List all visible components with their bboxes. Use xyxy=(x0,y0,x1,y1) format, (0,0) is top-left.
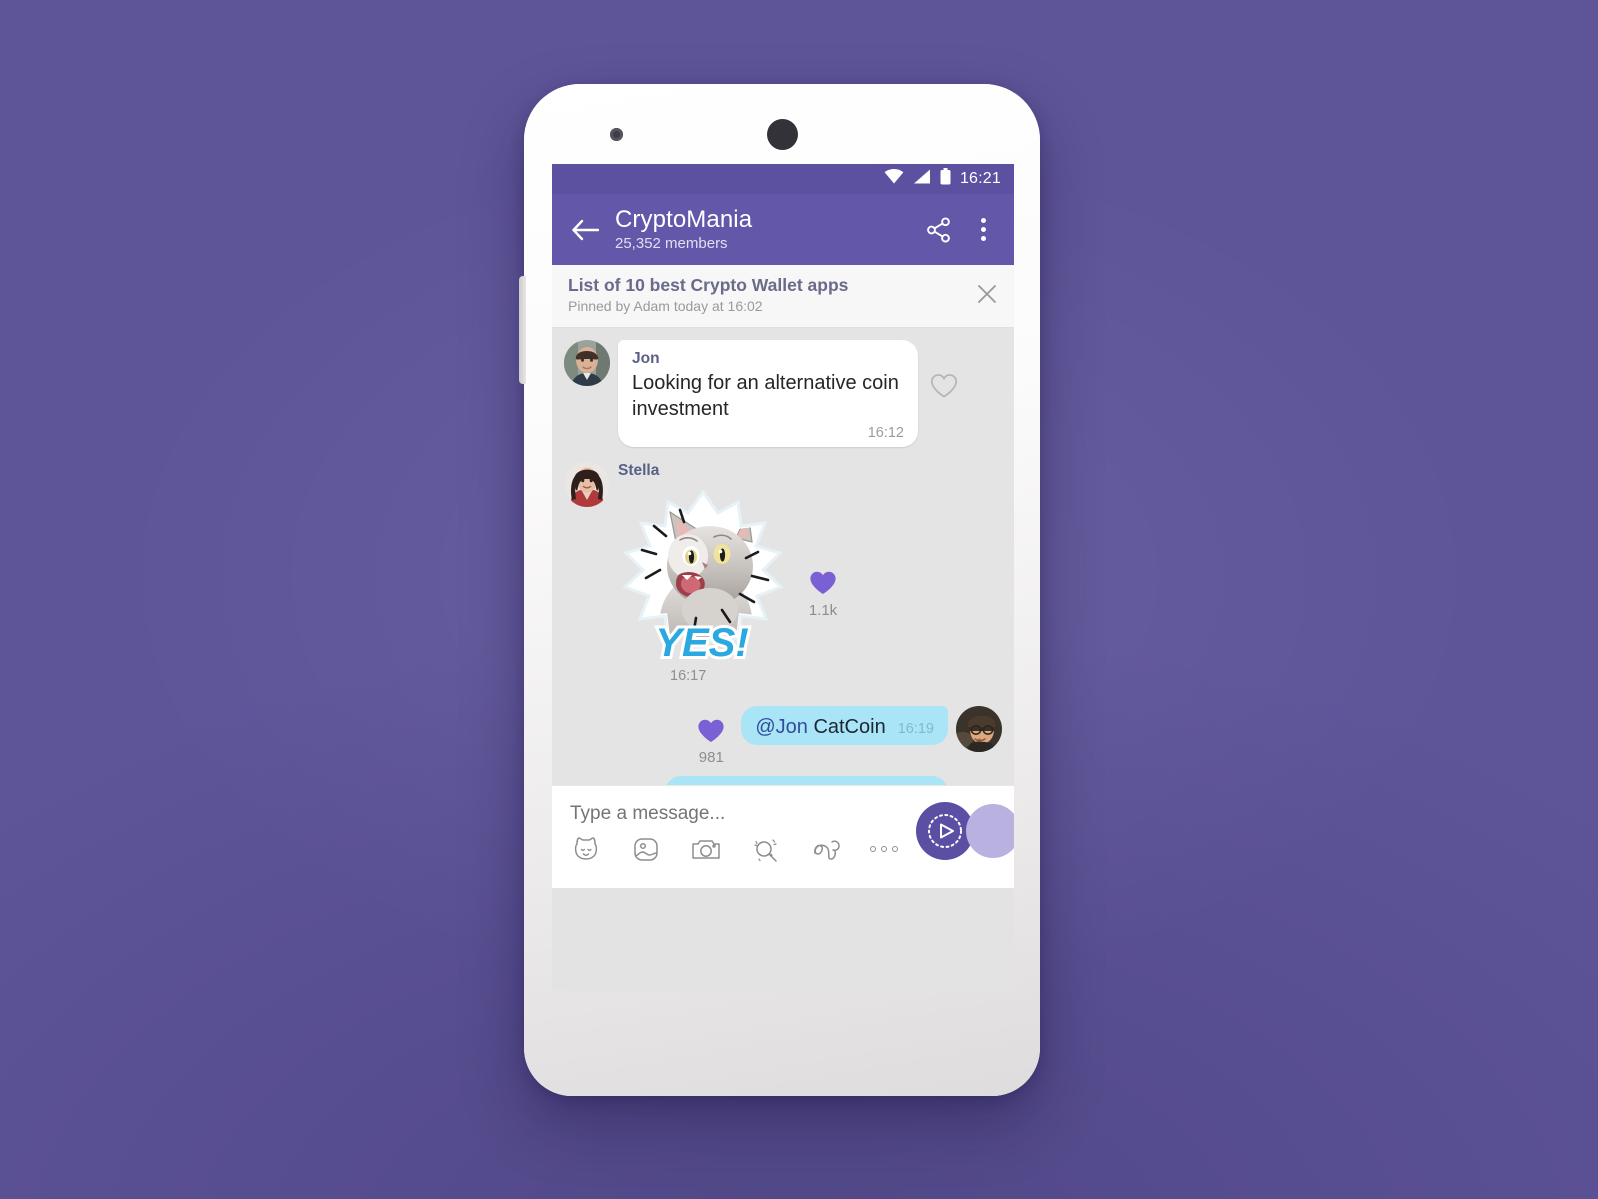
message-list[interactable]: Jon Looking for an alternative coin inve… xyxy=(552,328,1014,888)
svg-text:YES!: YES! xyxy=(655,621,748,665)
battery-icon xyxy=(940,168,951,190)
message-timestamp: 16:17 xyxy=(670,668,707,684)
sticker-reaction[interactable]: 1.1k xyxy=(802,570,844,619)
message-text: Looking for an alternative coin investme… xyxy=(632,372,899,420)
pinned-message-bar[interactable]: List of 10 best Crypto Wallet apps Pinne… xyxy=(552,265,1014,328)
message-row-outgoing[interactable]: 981 @Jon CatCoin 16:19 xyxy=(564,706,1002,766)
share-icon[interactable] xyxy=(922,213,956,247)
avatar-me[interactable] xyxy=(956,706,1002,752)
chat-title: CryptoMania xyxy=(615,206,753,233)
message-bubble-incoming[interactable]: Jon Looking for an alternative coin inve… xyxy=(618,340,918,447)
chat-header-titles[interactable]: CryptoMania 25,352 members xyxy=(615,206,912,253)
message-sender-name: Stella xyxy=(618,462,660,479)
heart-filled-icon xyxy=(810,571,836,594)
message-bubble-outgoing[interactable]: @Jon CatCoin 16:19 xyxy=(741,706,948,745)
kebab-dots xyxy=(980,218,986,241)
signal-icon xyxy=(913,169,931,189)
avatar-stella[interactable] xyxy=(564,461,610,507)
message-line: @Jon CatCoin 16:19 xyxy=(755,714,934,740)
message-text: CatCoin xyxy=(813,716,886,738)
send-play-icon xyxy=(928,814,962,848)
message-row-incoming[interactable]: Jon Looking for an alternative coin inve… xyxy=(564,340,1002,447)
mention-jon[interactable]: @Jon xyxy=(755,716,808,738)
phone-device-frame: 16:21 CryptoMania 25,352 members List of… xyxy=(519,84,1040,1096)
message-sender-name: Jon xyxy=(632,350,660,367)
app-bar: CryptoMania 25,352 members xyxy=(552,194,1014,265)
front-camera-dot xyxy=(767,119,798,150)
reaction-count: 981 xyxy=(698,749,724,766)
heart-outline-icon[interactable] xyxy=(930,373,958,401)
wifi-icon xyxy=(884,169,904,189)
gallery-icon[interactable] xyxy=(630,833,662,865)
message-input[interactable] xyxy=(552,786,876,825)
message-timestamp: 16:12 xyxy=(867,425,904,441)
doodle-icon[interactable] xyxy=(810,833,842,865)
heart-filled-icon xyxy=(698,719,724,742)
pinned-title: List of 10 best Crypto Wallet apps xyxy=(568,275,849,295)
message-timestamp: 16:19 xyxy=(897,721,934,737)
message-row-sticker[interactable]: Stella YES! 1.1k 16:17 xyxy=(564,461,1002,684)
camera-icon[interactable] xyxy=(690,833,722,865)
sticker-icon[interactable] xyxy=(570,833,602,865)
sticker-message-column: Stella YES! 1.1k 16:17 xyxy=(618,461,844,684)
close-icon[interactable] xyxy=(974,281,1000,307)
phone-side-button[interactable] xyxy=(519,276,526,384)
phone-screen: 16:21 CryptoMania 25,352 members List of… xyxy=(552,164,1014,991)
avatar-jon[interactable] xyxy=(564,340,610,386)
reaction-count: 1.1k xyxy=(808,602,838,619)
message-composer xyxy=(552,785,1014,888)
overflow-menu-icon[interactable] xyxy=(966,213,1000,247)
back-arrow-icon[interactable] xyxy=(568,213,602,247)
status-bar: 16:21 xyxy=(552,164,1014,194)
pinned-subtitle: Pinned by Adam today at 16:02 xyxy=(568,298,763,314)
chat-member-count: 25,352 members xyxy=(615,235,728,252)
message-reaction[interactable]: 981 xyxy=(690,718,732,766)
pinned-texts: List of 10 best Crypto Wallet apps Pinne… xyxy=(568,274,974,316)
cat-yes-sticker[interactable]: YES! xyxy=(618,490,788,665)
gif-search-icon[interactable] xyxy=(750,833,782,865)
sticker-and-reaction: YES! 1.1k xyxy=(618,482,844,665)
secondary-action-peek[interactable] xyxy=(966,804,1014,858)
proximity-sensor-dot xyxy=(610,128,623,141)
status-bar-clock: 16:21 xyxy=(959,170,1001,187)
message-text-content: @Jon CatCoin xyxy=(755,714,885,740)
more-icon[interactable] xyxy=(870,833,902,865)
